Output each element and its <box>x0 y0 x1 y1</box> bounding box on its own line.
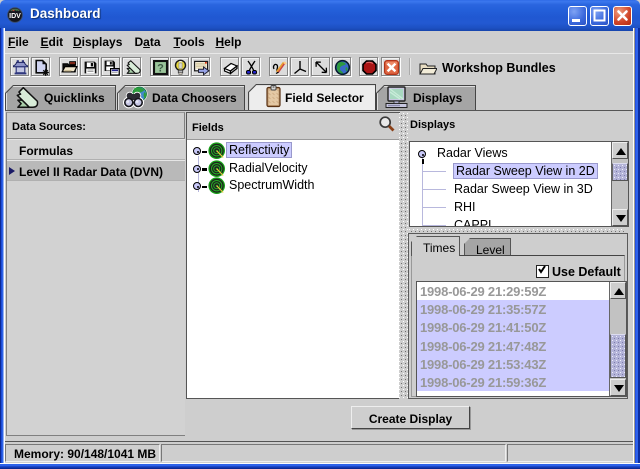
svg-text:?: ? <box>157 62 164 74</box>
svg-text:IDV: IDV <box>9 13 21 20</box>
